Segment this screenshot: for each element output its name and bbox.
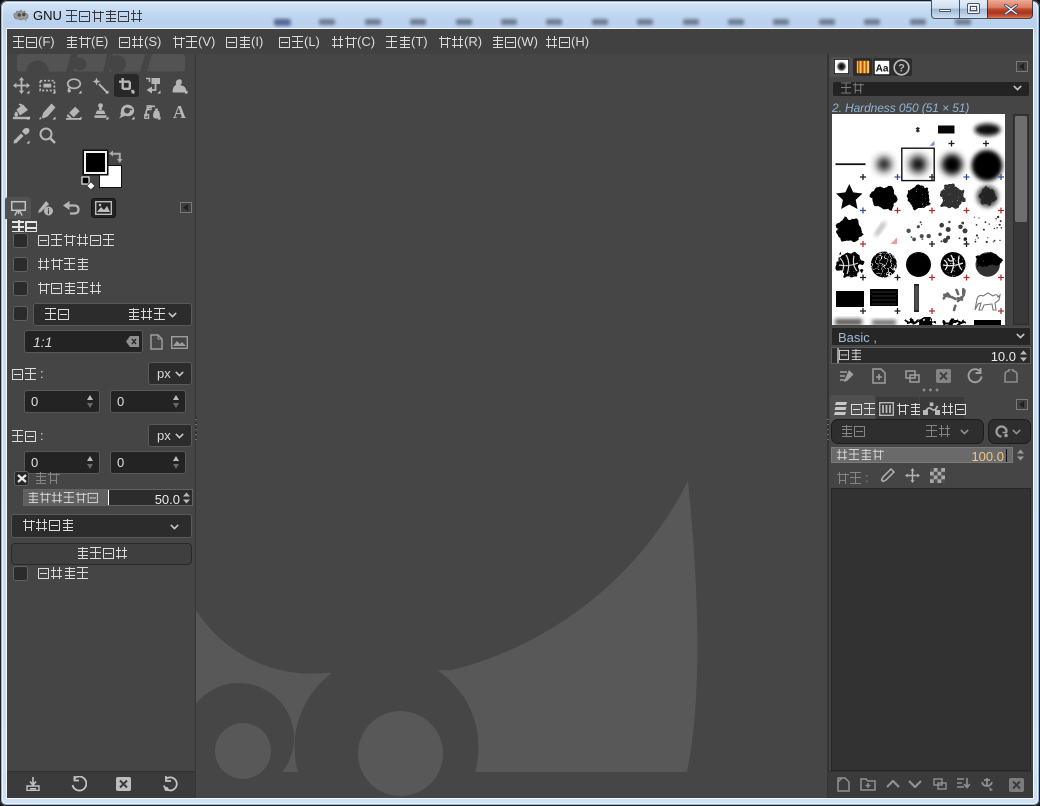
svg-text:A: A — [173, 103, 186, 120]
svg-text:?: ? — [898, 63, 905, 75]
svg-text:i: i — [47, 207, 49, 216]
svg-text:Aa: Aa — [876, 64, 889, 75]
